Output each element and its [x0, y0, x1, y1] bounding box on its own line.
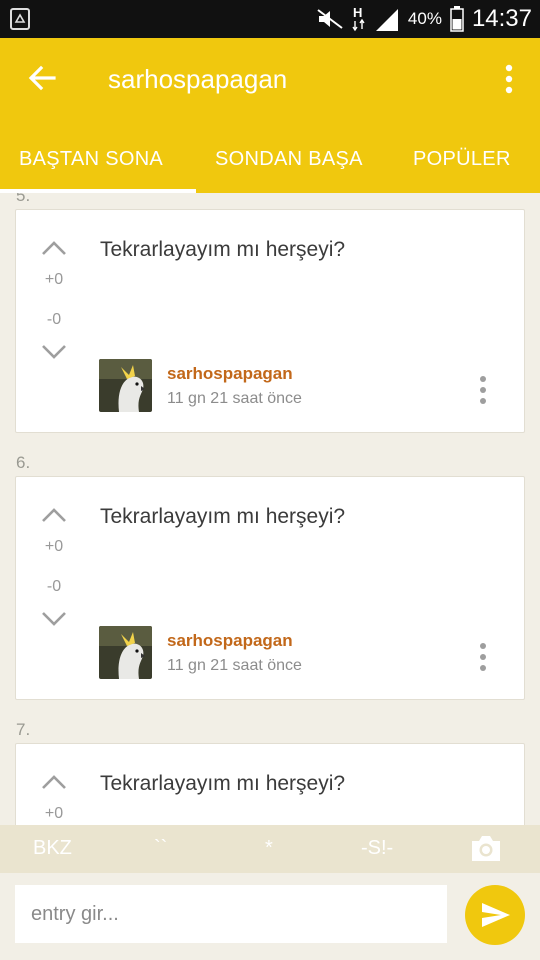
signal-icon [375, 9, 398, 31]
entry-text: Tekrarlayayım mı herşeyi? [100, 772, 346, 795]
upvote-icon[interactable] [40, 774, 68, 790]
svg-text:H: H [353, 5, 362, 20]
entry-time: 11 gn 21 saat önce [167, 390, 302, 407]
status-bar: H 40% 14:37 [0, 0, 540, 38]
send-button[interactable] [465, 885, 525, 945]
downvote-count: -0 [46, 578, 62, 595]
author-name[interactable]: sarhospapagan [167, 364, 293, 384]
battery-icon [450, 6, 464, 32]
entry-card: +0 -0 Tekrarlayayım mı herşeyi? sarhospa… [15, 209, 525, 433]
mute-icon [317, 9, 343, 29]
tab-bar: BAŞTAN SONA SONDAN BAŞA POPÜLER [0, 134, 540, 193]
backtick-button[interactable]: `` [154, 837, 167, 860]
network-h-icon: H [352, 5, 365, 32]
tab-bastan-sona[interactable]: BAŞTAN SONA [19, 148, 163, 171]
downvote-count: -0 [46, 311, 62, 328]
entry-index: 7. [16, 720, 31, 739]
battery-percent: 40% [407, 9, 442, 28]
entry-list[interactable]: 5. +0 -0 Tekrarlayayım mı herşeyi? sarho… [0, 193, 540, 825]
entry-text: Tekrarlayayım mı herşeyi? [100, 238, 346, 261]
arrow-back-icon[interactable] [26, 62, 58, 94]
spoiler-button[interactable]: -S!- [361, 837, 393, 860]
upvote-count: +0 [44, 538, 64, 555]
entry-time: 11 gn 21 saat önce [167, 657, 302, 674]
tab-populer[interactable]: POPÜLER [413, 148, 511, 171]
avatar[interactable] [99, 359, 152, 412]
avatar[interactable] [99, 626, 152, 679]
entry-card: +0 -0 Tekrarlayayım mı herşeyi? sarhospa… [15, 476, 525, 700]
clock: 14:37 [471, 5, 532, 32]
upvote-icon[interactable] [40, 507, 68, 523]
camera-icon[interactable] [470, 833, 502, 863]
overflow-menu-icon[interactable] [504, 64, 514, 94]
upvote-count: +0 [44, 805, 64, 822]
page-title: sarhospapagan [108, 64, 288, 94]
entry-input[interactable] [15, 885, 447, 943]
entry-more-icon[interactable] [478, 642, 488, 672]
entry-text: Tekrarlayayım mı herşeyi? [100, 505, 346, 528]
author-name[interactable]: sarhospapagan [167, 631, 293, 651]
upvote-icon[interactable] [40, 240, 68, 256]
entry-index: 6. [16, 453, 31, 472]
tab-sondan-basa[interactable]: SONDAN BAŞA [215, 148, 363, 171]
app-bar: sarhospapagan BAŞTAN SONA SONDAN BAŞA PO… [0, 38, 540, 193]
upvote-count: +0 [44, 271, 64, 288]
send-icon [482, 903, 510, 927]
entry-index: 5. [16, 193, 31, 205]
downvote-icon[interactable] [40, 344, 68, 360]
star-button[interactable]: * [265, 837, 273, 860]
entry-composer [0, 873, 540, 960]
recycle-icon [10, 8, 30, 30]
entry-card: +0 Tekrarlayayım mı herşeyi? [15, 743, 525, 825]
format-shortcut-bar: BKZ `` * -S!- [0, 825, 540, 873]
entry-more-icon[interactable] [478, 375, 488, 405]
bkz-button[interactable]: BKZ [33, 837, 72, 860]
downvote-icon[interactable] [40, 611, 68, 627]
